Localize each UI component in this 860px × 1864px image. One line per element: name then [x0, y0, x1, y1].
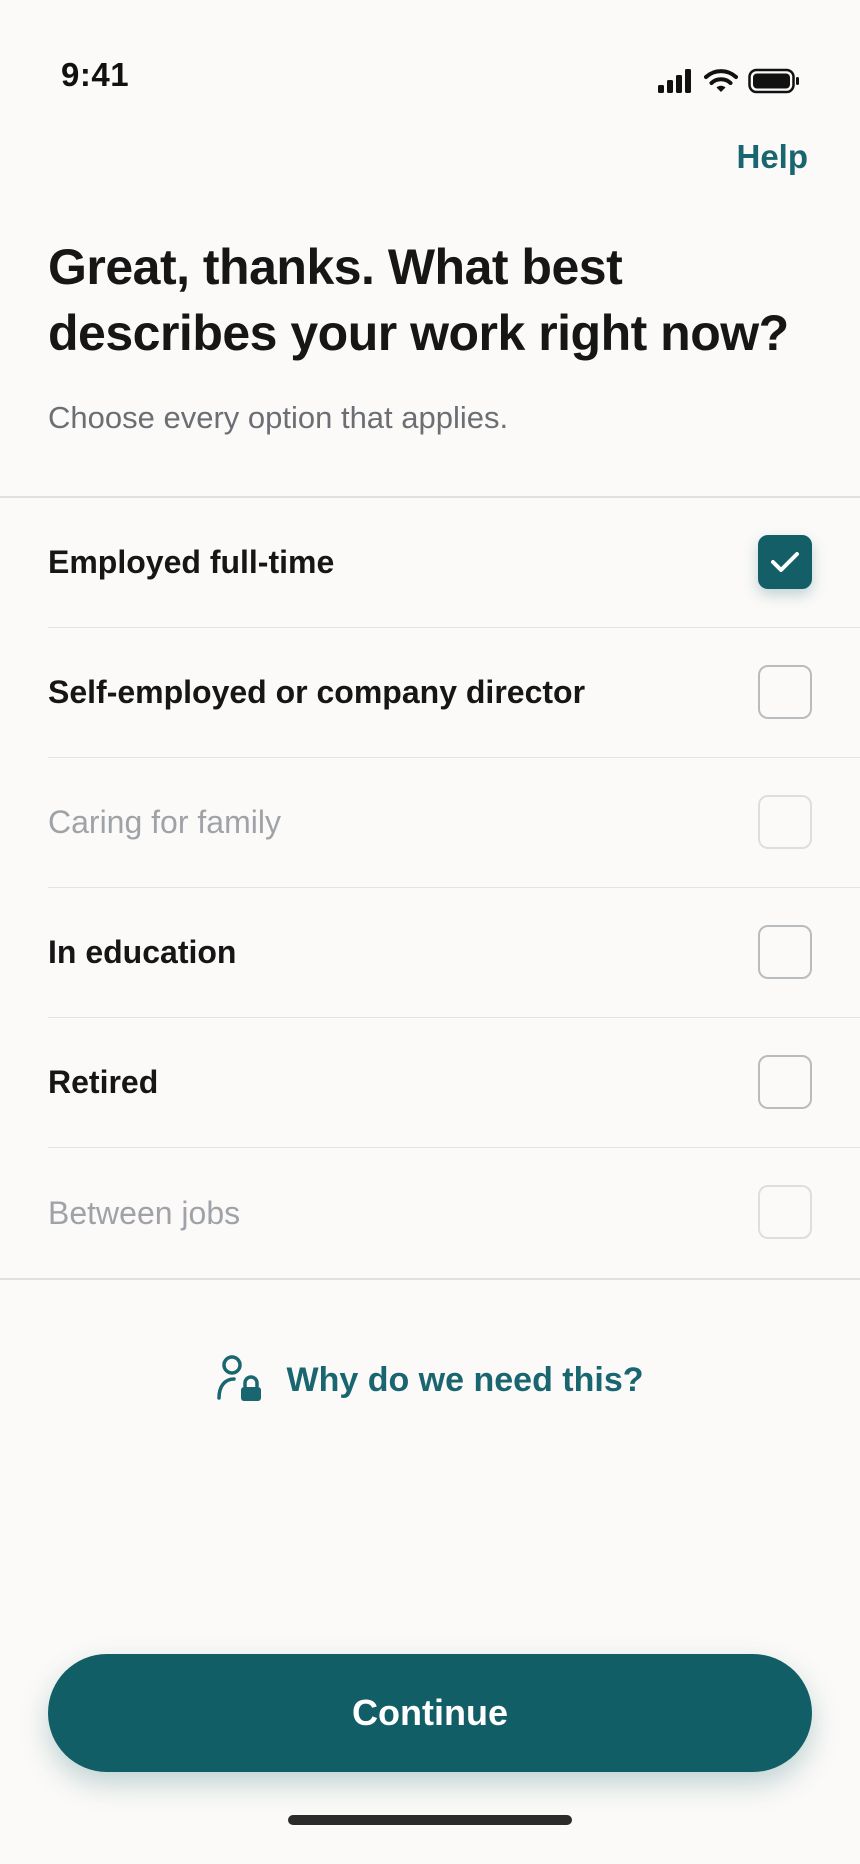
why-do-we-need-this-link[interactable]: Why do we need this?	[0, 1354, 860, 1407]
page-subtitle: Choose every option that applies.	[48, 400, 509, 435]
screen: 9:41 Help Great, thanks. What best descr…	[0, 0, 860, 1864]
option-label: Self-employed or company director	[48, 674, 586, 710]
option-label: Between jobs	[48, 1194, 241, 1231]
why-link-label: Why do we need this?	[286, 1361, 644, 1399]
battery-icon	[748, 68, 800, 94]
option-between-jobs[interactable]: Between jobs	[48, 1148, 860, 1278]
checkbox[interactable]	[758, 1185, 812, 1239]
option-label: In education	[48, 934, 237, 970]
checkbox[interactable]	[758, 925, 812, 979]
checkbox[interactable]	[758, 535, 812, 589]
page-title: Great, thanks. What best describes your …	[48, 239, 789, 361]
status-time: 9:41	[61, 56, 130, 93]
wifi-icon	[704, 68, 738, 94]
help-link[interactable]: Help	[736, 138, 808, 176]
continue-button[interactable]: Continue	[48, 1654, 812, 1772]
checkbox[interactable]	[758, 1055, 812, 1109]
option-label: Retired	[48, 1064, 159, 1100]
option-caring-for-family[interactable]: Caring for family	[48, 758, 860, 888]
option-retired[interactable]: Retired	[48, 1018, 860, 1148]
options-list: Employed full-time Self-employed or comp…	[0, 496, 860, 1280]
option-employed-full-time[interactable]: Employed full-time	[48, 498, 860, 628]
status-icons	[658, 68, 800, 94]
check-icon	[771, 552, 799, 572]
option-label: Employed full-time	[48, 544, 335, 580]
option-in-education[interactable]: In education	[48, 888, 860, 1018]
checkbox[interactable]	[758, 795, 812, 849]
user-lock-icon	[216, 1354, 262, 1407]
option-self-employed[interactable]: Self-employed or company director	[48, 628, 860, 758]
status-bar: 9:41	[0, 0, 860, 130]
signal-icon	[658, 69, 694, 93]
option-label: Caring for family	[48, 804, 281, 840]
checkbox[interactable]	[758, 665, 812, 719]
home-indicator	[288, 1815, 572, 1825]
